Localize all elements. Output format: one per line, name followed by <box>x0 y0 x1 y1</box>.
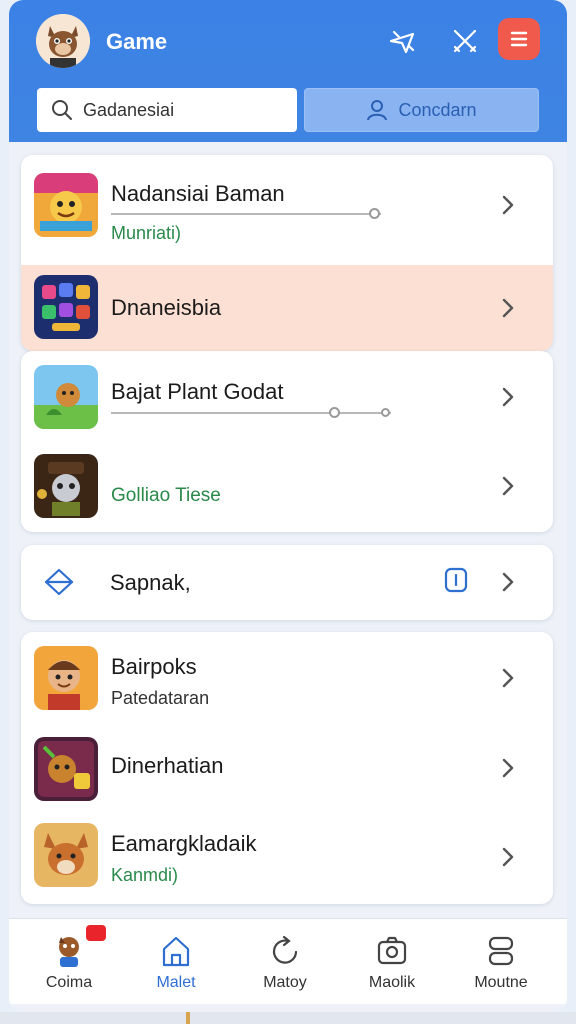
list-item-highlighted[interactable]: Dnaneisbia <box>21 265 553 351</box>
game-thumbnail-icon <box>34 737 98 801</box>
airplane-tools-icon[interactable] <box>383 22 421 60</box>
game-card: Bajat Plant Godat Golliao Tiese <box>21 351 553 532</box>
nav-item-malet[interactable]: Malet <box>128 919 224 1005</box>
game-thumbnail-icon <box>34 173 98 237</box>
game-subtitle: Patedataran <box>111 688 210 708</box>
nav-label: Matoy <box>263 974 307 991</box>
squirrel-avatar-icon[interactable] <box>36 14 90 68</box>
game-thumbnail-icon <box>34 646 98 710</box>
user-icon <box>367 100 388 121</box>
nav-label: Maolik <box>368 974 416 991</box>
search-input[interactable] <box>83 99 283 121</box>
settings-card: Sapnak, <box>21 545 553 620</box>
notification-badge <box>86 925 106 941</box>
game-card: Bairpoks Patedataran Dinerhatian Eamargk… <box>21 632 553 904</box>
nav-item-maolik[interactable]: Maolik <box>344 919 440 1005</box>
game-title: Bairpoks <box>111 654 197 679</box>
game-subtitle: Golliao Tiese <box>111 485 221 506</box>
device-info-icon[interactable] <box>443 566 469 594</box>
search-icon <box>52 100 72 120</box>
hamburger-menu-icon[interactable] <box>498 18 540 60</box>
nav-label: Moutne <box>474 974 528 991</box>
nav-label: Coima <box>45 974 93 991</box>
list-item[interactable]: Bairpoks Patedataran <box>21 632 553 725</box>
crossed-swords-icon[interactable] <box>446 22 484 60</box>
game-title: Nadansiai Baman <box>111 181 285 206</box>
game-subtitle: Munriati) <box>111 223 182 243</box>
app-title: Game <box>106 29 168 54</box>
list-item[interactable]: Bajat Plant Godat <box>21 351 553 443</box>
progress-slider[interactable] <box>111 407 401 419</box>
nav-label: Malet <box>156 974 196 991</box>
refresh-icon <box>272 935 298 964</box>
nav-item-coima[interactable]: Coima <box>21 919 117 1005</box>
game-title: Dnaneisbia <box>111 295 222 320</box>
camera-icon <box>377 936 407 965</box>
game-title: Bajat Plant Godat <box>111 379 284 404</box>
chevron-right-icon[interactable] <box>498 296 518 320</box>
game-thumbnail-icon <box>34 454 98 518</box>
chevron-right-icon[interactable] <box>498 845 518 869</box>
bottom-nav: Coima Malet Matoy Maolik Moutne <box>9 918 567 1004</box>
game-title: Eamargkladaik <box>111 831 257 856</box>
list-item[interactable]: Golliao Tiese <box>21 443 553 532</box>
nav-item-moutne[interactable]: Moutne <box>453 919 549 1005</box>
chevron-right-icon[interactable] <box>498 756 518 780</box>
chevron-right-icon[interactable] <box>498 385 518 409</box>
game-thumbnail-icon <box>34 365 98 429</box>
chevron-right-icon[interactable] <box>498 193 518 217</box>
condition-button[interactable]: Concdarn <box>304 88 539 132</box>
chevron-right-icon[interactable] <box>498 570 518 594</box>
list-item[interactable]: Sapnak, <box>21 545 553 620</box>
game-thumbnail-icon <box>34 275 98 339</box>
diamond-tag-icon <box>44 568 74 596</box>
app-frame: Game C <box>9 0 567 1012</box>
chevron-right-icon[interactable] <box>498 666 518 690</box>
header-bar: Game C <box>9 0 567 142</box>
game-card: Nadansiai Baman Munriati) Dnaneisbia <box>21 155 553 351</box>
bottom-strip <box>0 1012 576 1024</box>
game-subtitle: Kanmdi) <box>111 865 179 885</box>
squirrel-character-icon <box>59 937 79 967</box>
home-icon <box>162 936 190 967</box>
list-item[interactable]: Nadansiai Baman Munriati) <box>21 155 553 265</box>
search-field[interactable] <box>37 88 297 132</box>
game-thumbnail-icon <box>34 823 98 887</box>
list-layout-icon <box>488 936 514 966</box>
condition-button-label: Concdarn <box>398 99 477 120</box>
nav-item-matoy[interactable]: Matoy <box>237 919 333 1005</box>
settings-title: Sapnak, <box>110 570 191 595</box>
list-item[interactable]: Eamargkladaik Kanmdi) <box>21 811 553 904</box>
progress-slider[interactable] <box>111 208 401 220</box>
chevron-right-icon[interactable] <box>498 474 518 498</box>
game-title: Dinerhatian <box>111 753 224 778</box>
list-item[interactable]: Dinerhatian <box>21 725 553 811</box>
